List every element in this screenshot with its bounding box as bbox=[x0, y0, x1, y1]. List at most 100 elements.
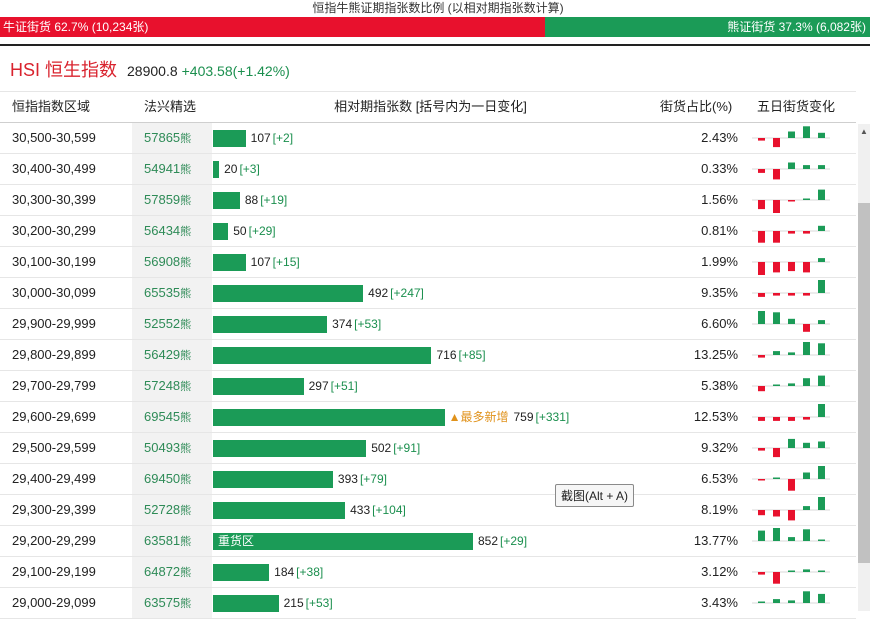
mini-bar bbox=[773, 510, 780, 517]
code-link[interactable]: 69450熊 bbox=[132, 464, 212, 494]
table-row: 29,800-29,899 56429熊 716 [+85] 13.25% bbox=[0, 340, 856, 371]
code-text: 64872 bbox=[144, 564, 181, 579]
range-cell: 29,500-29,599 bbox=[12, 440, 96, 455]
quantity-value: 716 bbox=[436, 348, 457, 362]
mini-bar bbox=[788, 162, 795, 169]
scroll-up-arrow-icon[interactable]: ▲ bbox=[858, 124, 870, 140]
share-cell: 8.19% bbox=[701, 502, 738, 517]
quantity-value: 492 bbox=[368, 286, 389, 300]
code-link[interactable]: 64872熊 bbox=[132, 557, 212, 587]
bar-cell: 716 [+85] bbox=[213, 340, 648, 370]
code-link[interactable]: 63575熊 bbox=[132, 588, 212, 618]
five-day-sparkbar bbox=[750, 433, 832, 463]
quantity-value: 297 bbox=[308, 379, 329, 393]
quantity-value: 50 bbox=[233, 224, 247, 238]
quantity-bar bbox=[213, 377, 304, 395]
screenshot-tooltip: 截图(Alt + A) bbox=[555, 484, 635, 507]
bull-bear-ratio-bar: 牛证街货 62.7% (10,234张) 熊证街货 37.3% (6,082张) bbox=[0, 17, 870, 37]
mini-bar bbox=[788, 262, 795, 272]
mini-bar bbox=[788, 318, 795, 324]
code-link[interactable]: 56908熊 bbox=[132, 247, 212, 277]
quantity-bar bbox=[213, 253, 246, 271]
mini-chart bbox=[752, 311, 830, 332]
code-text: 65535 bbox=[144, 285, 181, 300]
bar-cell: 297 [+51] bbox=[213, 371, 648, 401]
mini-bar bbox=[818, 497, 825, 510]
range-cell: 29,900-29,999 bbox=[12, 316, 96, 331]
share-cell: 0.33% bbox=[701, 161, 738, 176]
code-link[interactable]: 57859熊 bbox=[132, 185, 212, 215]
bear-suffix: 熊 bbox=[180, 412, 192, 424]
mini-chart bbox=[752, 438, 830, 458]
share-cell: 12.53% bbox=[693, 409, 738, 424]
code-link[interactable]: 52552熊 bbox=[132, 309, 212, 339]
mini-bar bbox=[758, 262, 765, 275]
table-row: 30,000-30,099 65535熊 492 [+247] 9.35% bbox=[0, 278, 856, 309]
col-code-header[interactable]: 法兴精选 bbox=[144, 92, 196, 122]
col-mini-header[interactable]: 五日街货变化 bbox=[757, 92, 835, 122]
share-cell: 9.32% bbox=[701, 440, 738, 455]
mini-chart bbox=[752, 189, 830, 213]
range-cell: 30,200-30,299 bbox=[12, 223, 96, 238]
quantity-bar bbox=[213, 408, 445, 426]
share-cell: 1.99% bbox=[701, 254, 738, 269]
code-link[interactable]: 56429熊 bbox=[132, 340, 212, 370]
code-link[interactable]: 69545熊 bbox=[132, 402, 212, 432]
mini-bar bbox=[773, 384, 780, 386]
share-cell: 6.53% bbox=[701, 471, 738, 486]
index-price: 28900.8 bbox=[127, 63, 178, 79]
scrollbar-thumb[interactable] bbox=[858, 203, 870, 563]
mini-bar bbox=[773, 448, 780, 458]
code-link[interactable]: 65535熊 bbox=[132, 278, 212, 308]
code-text: 63581 bbox=[144, 533, 181, 548]
code-link[interactable]: 63581熊 bbox=[132, 526, 212, 556]
table-row: 29,100-29,199 64872熊 184 [+38] 3.12% bbox=[0, 557, 856, 588]
mini-bar bbox=[773, 528, 780, 541]
table-row: 29,000-29,099 63575熊 215 [+53] 3.43% bbox=[0, 588, 856, 619]
code-link[interactable]: 56434熊 bbox=[132, 216, 212, 246]
mini-bar bbox=[818, 343, 825, 355]
bear-suffix: 熊 bbox=[180, 226, 192, 238]
index-change: +403.58(+1.42%) bbox=[181, 63, 290, 79]
mini-bar bbox=[803, 442, 810, 448]
code-link[interactable]: 54941熊 bbox=[132, 154, 212, 184]
mini-bar bbox=[758, 169, 765, 173]
bear-suffix: 熊 bbox=[180, 195, 192, 207]
mini-bar bbox=[758, 530, 765, 541]
code-link[interactable]: 57865熊 bbox=[132, 123, 212, 153]
mini-bar bbox=[818, 466, 825, 479]
col-bars-header[interactable]: 相对期指张数 [括号内为一日变化] bbox=[213, 92, 648, 122]
quantity-bar: 重货区 bbox=[213, 532, 473, 550]
index-name: HSI 恒生指数 bbox=[10, 60, 118, 80]
col-share-header[interactable]: 街货占比(%) bbox=[660, 92, 732, 122]
col-range-header[interactable]: 恒指指数区域 bbox=[12, 92, 90, 122]
quantity-value: 374 bbox=[332, 317, 353, 331]
daily-change: [+19] bbox=[260, 193, 288, 207]
most-added-tag: ▲最多新增 bbox=[448, 410, 509, 424]
table-row: 29,600-29,699 69545熊 ▲最多新增 759 [+331] 12.53% bbox=[0, 402, 856, 433]
mini-chart bbox=[752, 404, 830, 421]
five-day-sparkbar bbox=[750, 185, 832, 215]
five-day-sparkbar bbox=[750, 402, 832, 432]
bar-cell: 20 [+3] bbox=[213, 154, 648, 184]
code-text: 54941 bbox=[144, 161, 181, 176]
code-link[interactable]: 57248熊 bbox=[132, 371, 212, 401]
code-link[interactable]: 52728熊 bbox=[132, 495, 212, 525]
bear-suffix: 熊 bbox=[180, 505, 192, 517]
table-row: 30,100-30,199 56908熊 107 [+15] 1.99% bbox=[0, 247, 856, 278]
mini-bar bbox=[788, 293, 795, 296]
mini-bar bbox=[758, 138, 765, 141]
daily-change: [+2] bbox=[272, 131, 294, 145]
mini-chart bbox=[752, 258, 830, 275]
ratio-title: 恒指牛熊证期指张数比例 (以相对期指张数计算) bbox=[312, 1, 564, 15]
five-day-sparkbar bbox=[750, 371, 832, 401]
code-link[interactable]: 50493熊 bbox=[132, 433, 212, 463]
quantity-bar bbox=[213, 222, 229, 240]
share-cell: 0.81% bbox=[701, 223, 738, 238]
quantity-bar bbox=[213, 160, 220, 178]
quantity-value: 184 bbox=[274, 565, 295, 579]
mini-bar bbox=[758, 601, 765, 603]
bar-cell: 88 [+19] bbox=[213, 185, 648, 215]
code-text: 50493 bbox=[144, 440, 181, 455]
quantity-bar bbox=[213, 439, 367, 457]
